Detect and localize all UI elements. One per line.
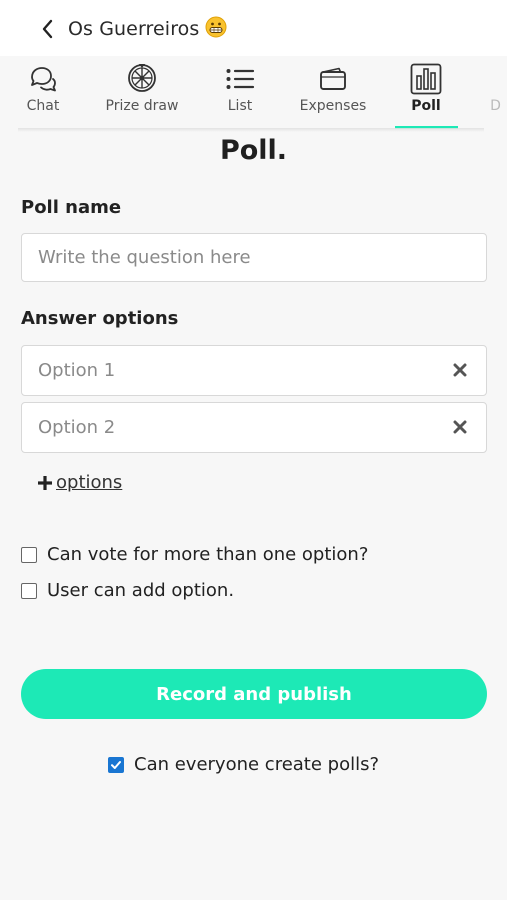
everyone-create-toggle[interactable]: Can everyone create polls? xyxy=(108,754,379,775)
remove-option-icon[interactable] xyxy=(451,361,469,379)
everyone-create-checkbox[interactable] xyxy=(108,756,124,773)
poll-name-label: Poll name xyxy=(21,197,122,218)
back-arrow-icon[interactable] xyxy=(36,18,58,40)
tab-chat-label: Chat xyxy=(26,98,60,114)
tab-list-label: List xyxy=(227,98,253,114)
option-row xyxy=(21,345,487,396)
add-option-button[interactable]: options xyxy=(36,472,122,493)
poll-name-input[interactable] xyxy=(21,233,487,282)
group-title: Os Guerreiros xyxy=(68,16,227,40)
top-bar: Os Guerreiros xyxy=(0,0,507,56)
grinning-face-icon xyxy=(205,16,227,38)
plus-icon xyxy=(36,474,54,492)
bar-chart-icon xyxy=(409,62,443,96)
remove-option-icon[interactable] xyxy=(451,418,469,436)
list-icon xyxy=(223,62,257,96)
wallet-icon xyxy=(316,62,350,96)
page-title: Poll. xyxy=(219,135,288,166)
option-row xyxy=(21,402,487,453)
user-add-option-label: User can add option. xyxy=(47,580,235,601)
everyone-create-label: Can everyone create polls? xyxy=(134,754,380,775)
tab-partial[interactable]: D xyxy=(484,56,507,126)
tab-prize-draw[interactable]: Prize draw xyxy=(100,56,184,126)
add-option-label: options xyxy=(56,472,123,493)
option-2-input[interactable] xyxy=(21,402,487,453)
record-publish-button[interactable]: Record and publish xyxy=(21,669,487,719)
tab-chat[interactable]: Chat xyxy=(20,56,66,126)
tab-bar: Chat Prize draw List Expenses Poll D xyxy=(0,56,507,129)
tab-expenses[interactable]: Expenses xyxy=(293,56,373,126)
checkmark-icon xyxy=(111,760,121,769)
user-add-option-toggle[interactable]: User can add option. xyxy=(21,580,234,601)
answer-options-label: Answer options xyxy=(21,308,179,329)
multi-vote-toggle[interactable]: Can vote for more than one option? xyxy=(21,544,368,565)
tab-bar-divider xyxy=(18,128,484,132)
group-title-text: Os Guerreiros xyxy=(68,18,200,40)
tab-expenses-label: Expenses xyxy=(299,98,367,114)
tab-partial-icon-slot xyxy=(484,62,507,96)
multi-vote-label: Can vote for more than one option? xyxy=(47,544,369,565)
chat-bubbles-icon xyxy=(26,62,60,96)
tab-partial-label: D xyxy=(490,98,501,114)
user-add-option-checkbox[interactable] xyxy=(21,582,37,599)
tab-poll-label: Poll xyxy=(411,98,441,114)
tab-poll[interactable]: Poll xyxy=(404,56,448,126)
prize-wheel-icon xyxy=(125,62,159,96)
multi-vote-checkbox[interactable] xyxy=(21,546,37,563)
option-1-input[interactable] xyxy=(21,345,487,396)
tab-prize-draw-label: Prize draw xyxy=(105,98,179,114)
tab-list[interactable]: List xyxy=(220,56,260,126)
